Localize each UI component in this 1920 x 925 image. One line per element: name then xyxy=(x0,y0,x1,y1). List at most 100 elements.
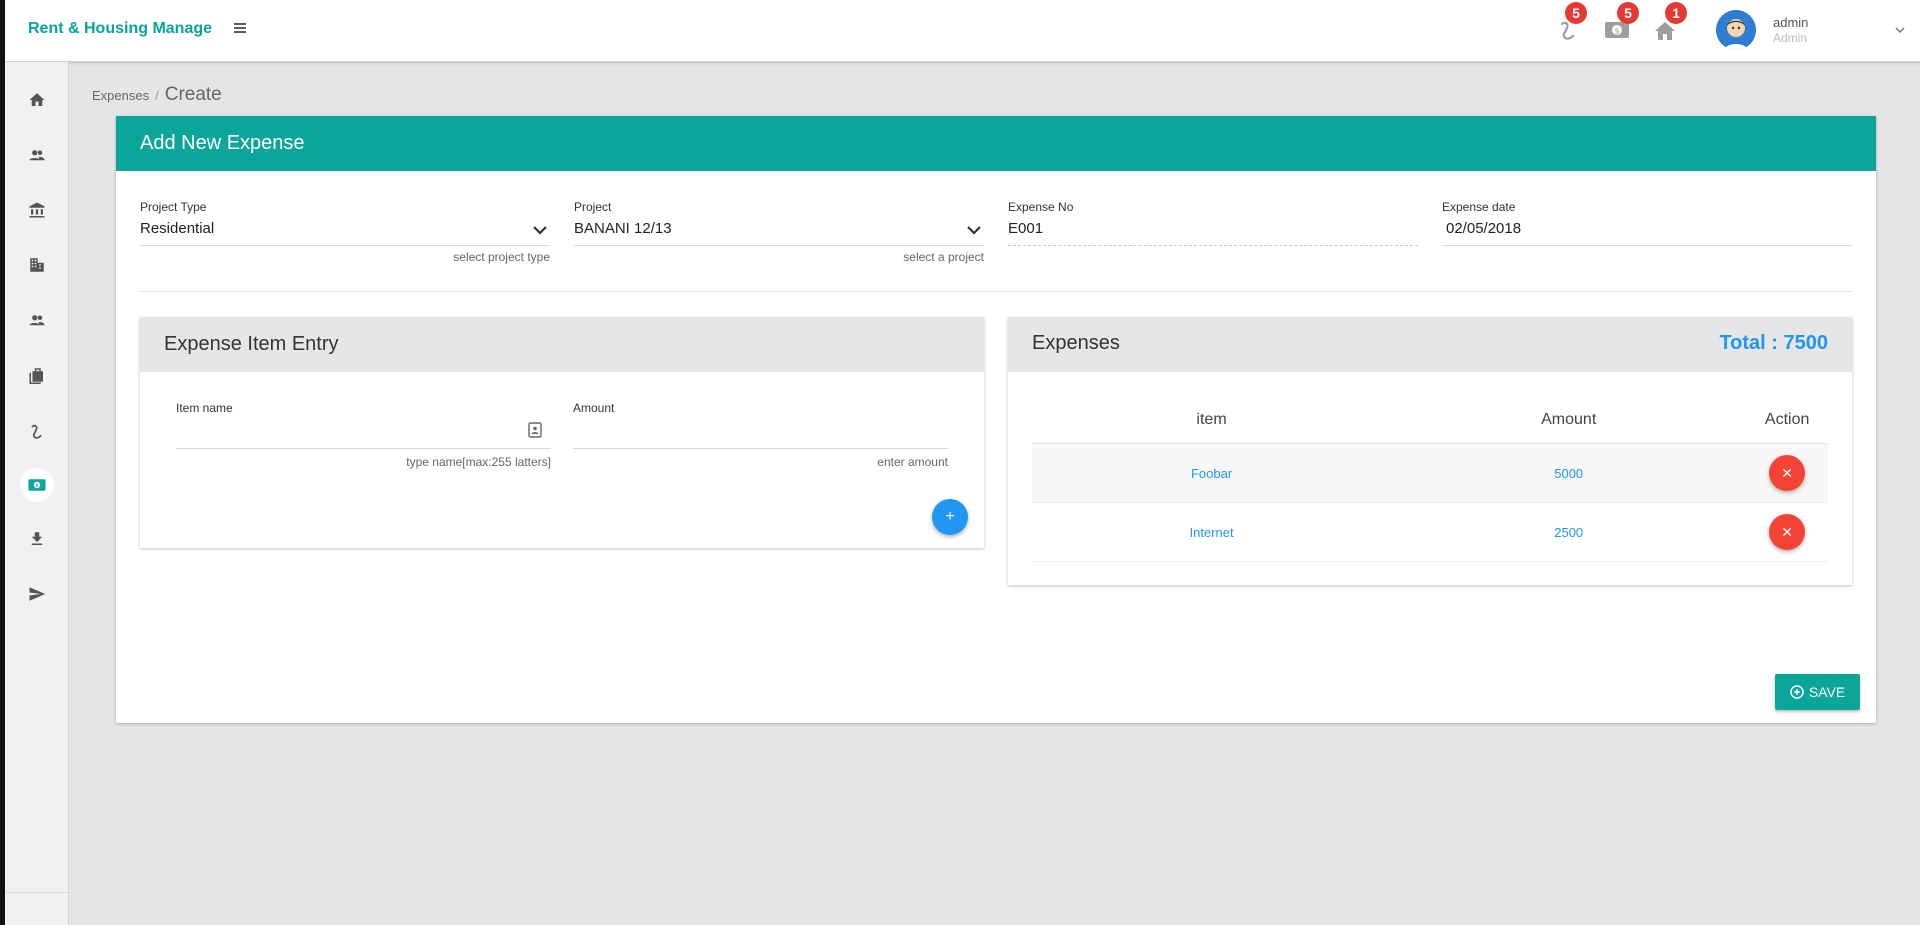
amount-input[interactable] xyxy=(573,419,948,447)
chevron-down-icon[interactable] xyxy=(964,220,984,240)
item-entry-header: Expense Item Entry xyxy=(140,317,984,372)
chevron-down-icon[interactable] xyxy=(1892,22,1908,38)
page-title: Add New Expense xyxy=(140,132,305,154)
menu-toggle-icon[interactable] xyxy=(228,16,252,40)
sidebar-item-buildings[interactable] xyxy=(20,248,54,282)
sidebar-item-documents[interactable] xyxy=(20,358,54,392)
item-name-hint: type name[max:255 latters] xyxy=(406,455,551,469)
project-type-hint: select project type xyxy=(453,250,550,264)
table-row: Foobar 5000 ✕ xyxy=(1032,443,1828,503)
project-type-label: Project Type xyxy=(140,200,207,214)
sidebar: $ xyxy=(5,62,69,925)
project-value[interactable]: BANANI 12/13 xyxy=(574,216,984,240)
sidebar-item-send[interactable] xyxy=(20,577,54,611)
add-item-button[interactable]: + xyxy=(932,499,968,535)
expense-date-value[interactable]: 02/05/2018 xyxy=(1442,216,1852,240)
top-bar: Rent & Housing Manage 5 $ 5 1 admin Admi… xyxy=(5,0,1920,62)
table-header-row: item Amount Action xyxy=(1032,397,1828,444)
save-button[interactable]: SAVE xyxy=(1775,674,1860,710)
sidebar-item-bank[interactable] xyxy=(20,193,54,227)
home-badge: 1 xyxy=(1665,2,1687,24)
send-icon xyxy=(29,587,46,601)
expenses-total: Total : 7500 xyxy=(1719,332,1828,354)
expense-form-card: Add New Expense Project Type Residential… xyxy=(116,116,1876,723)
item-entry-title: Expense Item Entry xyxy=(164,333,339,355)
expenses-table: item Amount Action Foobar 5000 ✕ Interne… xyxy=(1032,397,1828,562)
svg-text:$: $ xyxy=(35,483,38,489)
breadcrumb-separator: / xyxy=(155,88,159,103)
breadcrumb: Expenses / Create xyxy=(92,84,222,106)
row-amount[interactable]: 5000 xyxy=(1391,443,1747,503)
building-icon xyxy=(30,258,44,272)
row-action: ✕ xyxy=(1746,502,1828,562)
users-icon xyxy=(29,150,45,161)
row-item[interactable]: Internet xyxy=(1032,502,1392,562)
row-amount[interactable]: 2500 xyxy=(1391,502,1747,562)
column-header-item: item xyxy=(1032,397,1392,444)
project-type-underline xyxy=(140,245,550,246)
amount-underline xyxy=(573,448,948,449)
row-item[interactable]: Foobar xyxy=(1032,443,1392,503)
briefcase-icon xyxy=(29,368,43,384)
sidebar-item-tenants[interactable] xyxy=(20,303,54,337)
item-name-input[interactable] xyxy=(176,419,551,447)
expenses-title: Expenses xyxy=(1032,332,1120,354)
bank-icon xyxy=(29,202,45,218)
delete-row-button[interactable]: ✕ xyxy=(1769,514,1806,550)
sidebar-item-expenses[interactable]: $ xyxy=(20,468,54,502)
expense-no-label: Expense No xyxy=(1008,200,1074,214)
money-notification[interactable]: $ 5 xyxy=(1599,2,1639,46)
sidebar-item-home[interactable] xyxy=(20,83,54,117)
home-icon xyxy=(29,93,45,106)
card-header: Add New Expense xyxy=(116,116,1876,171)
amount-label: Amount xyxy=(573,401,615,415)
home-notification[interactable]: 1 xyxy=(1647,2,1687,46)
add-circle-icon xyxy=(1790,685,1804,699)
money-icon: $ xyxy=(28,479,46,491)
sidebar-divider xyxy=(5,892,68,893)
expenses-header: Expenses Total : 7500 xyxy=(1008,317,1852,372)
sidebar-item-rent[interactable] xyxy=(20,415,54,449)
breadcrumb-current: Create xyxy=(164,84,222,105)
table-row: Internet 2500 ✕ xyxy=(1032,502,1828,562)
app-brand[interactable]: Rent & Housing Manage xyxy=(28,20,212,38)
expense-no-underline xyxy=(1008,245,1418,246)
user-name: admin xyxy=(1773,15,1809,30)
column-header-action: Action xyxy=(1746,397,1828,444)
chevron-down-icon[interactable] xyxy=(530,220,550,240)
breadcrumb-parent[interactable]: Expenses xyxy=(92,88,149,103)
expense-no-value[interactable]: E001 xyxy=(1008,216,1418,240)
expense-date-underline xyxy=(1442,245,1852,246)
delete-row-button[interactable]: ✕ xyxy=(1769,455,1806,491)
expense-date-field[interactable]: Expense date 02/05/2018 xyxy=(1442,200,1852,246)
amount-hint: enter amount xyxy=(877,455,948,469)
rent-notification[interactable]: 5 xyxy=(1551,2,1587,46)
sidebar-item-download[interactable] xyxy=(20,522,54,556)
tenants-icon xyxy=(29,315,45,326)
expense-no-field[interactable]: Expense No E001 xyxy=(1008,200,1418,246)
project-label: Project xyxy=(574,200,612,214)
column-header-amount: Amount xyxy=(1391,397,1747,444)
svg-text:$: $ xyxy=(1614,27,1619,36)
project-select[interactable]: Project BANANI 12/13 select a project xyxy=(574,200,984,264)
avatar[interactable] xyxy=(1716,10,1756,50)
project-type-select[interactable]: Project Type Residential select project … xyxy=(140,200,550,264)
form-divider xyxy=(139,291,1852,292)
user-role: Admin xyxy=(1773,31,1808,45)
project-hint: select a project xyxy=(903,250,984,264)
expenses-panel: Expenses Total : 7500 item Amount Action… xyxy=(1008,317,1852,585)
contact-card-icon xyxy=(528,422,544,440)
save-label: SAVE xyxy=(1808,684,1846,700)
row-action: ✕ xyxy=(1746,443,1828,503)
project-type-value[interactable]: Residential xyxy=(140,216,550,240)
money-badge: 5 xyxy=(1617,2,1639,24)
download-icon xyxy=(31,532,43,545)
rent-badge: 5 xyxy=(1565,2,1587,24)
item-entry-panel: Expense Item Entry Item name type name[m… xyxy=(140,317,984,548)
item-name-underline xyxy=(176,448,551,449)
expense-date-label: Expense date xyxy=(1442,200,1516,214)
item-name-label: Item name xyxy=(176,401,233,415)
sidebar-item-users[interactable] xyxy=(20,138,54,172)
rent-icon xyxy=(31,424,42,439)
project-underline xyxy=(574,245,984,246)
